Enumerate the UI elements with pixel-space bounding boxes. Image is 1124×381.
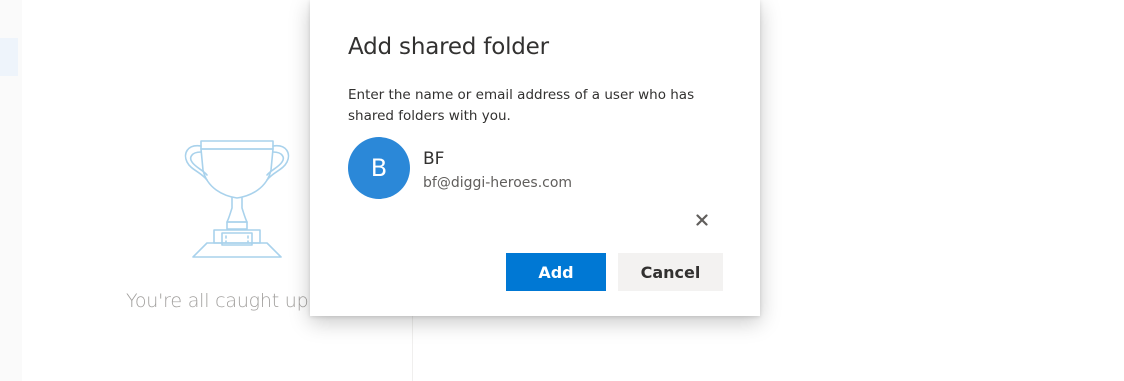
left-rail-selected-item[interactable] <box>0 38 18 76</box>
persona-email: bf@diggi-heroes.com <box>423 175 573 191</box>
dialog-description: Enter the name or email address of a use… <box>348 87 695 124</box>
remove-user-button[interactable] <box>692 210 712 230</box>
trophy-icon <box>184 140 290 258</box>
avatar: B <box>348 137 410 199</box>
persona-name: BF <box>423 149 445 169</box>
close-icon <box>696 214 708 226</box>
left-rail <box>0 0 23 381</box>
add-button[interactable]: Add <box>506 253 606 291</box>
cancel-button[interactable]: Cancel <box>618 253 723 291</box>
empty-state-text: You're all caught up. <box>126 290 315 312</box>
dialog-title: Add shared folder <box>348 34 549 60</box>
add-shared-folder-dialog: Add shared folder Enter the name or emai… <box>310 0 760 316</box>
selected-user-persona: B BF bf@diggi-heroes.com <box>348 137 728 199</box>
